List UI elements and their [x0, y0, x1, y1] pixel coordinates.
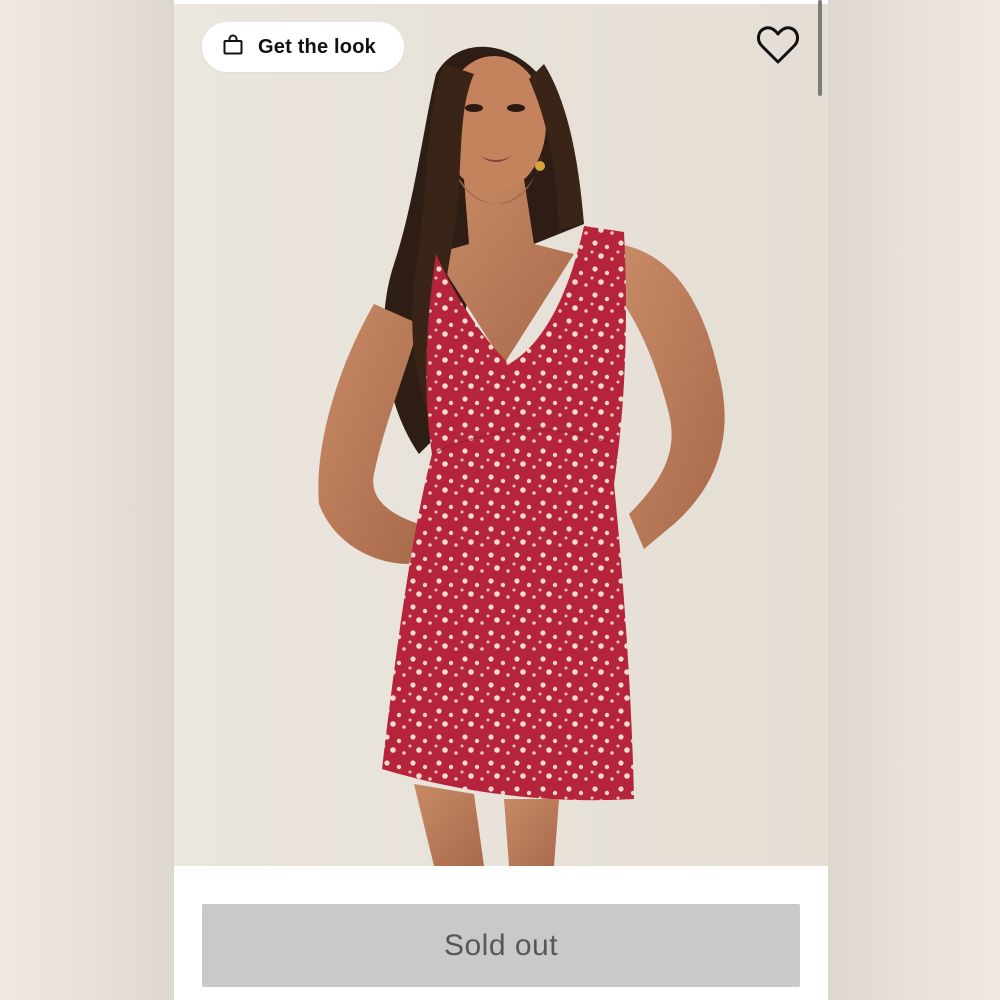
shopping-bag-icon: [222, 34, 244, 60]
carousel-indicator[interactable]: [458, 876, 546, 884]
model-illustration: [174, 4, 828, 866]
get-the-look-button[interactable]: Get the look: [202, 22, 404, 72]
scrollbar[interactable]: [818, 0, 822, 96]
sold-out-button[interactable]: Sold out: [202, 904, 800, 987]
get-the-look-label: Get the look: [258, 35, 376, 58]
heart-icon[interactable]: [756, 24, 800, 66]
product-image[interactable]: [174, 4, 828, 866]
background-blur-right: [828, 0, 1000, 1000]
product-card: Get the look Sold out: [174, 0, 828, 1000]
background-blur-left: [0, 0, 174, 1000]
